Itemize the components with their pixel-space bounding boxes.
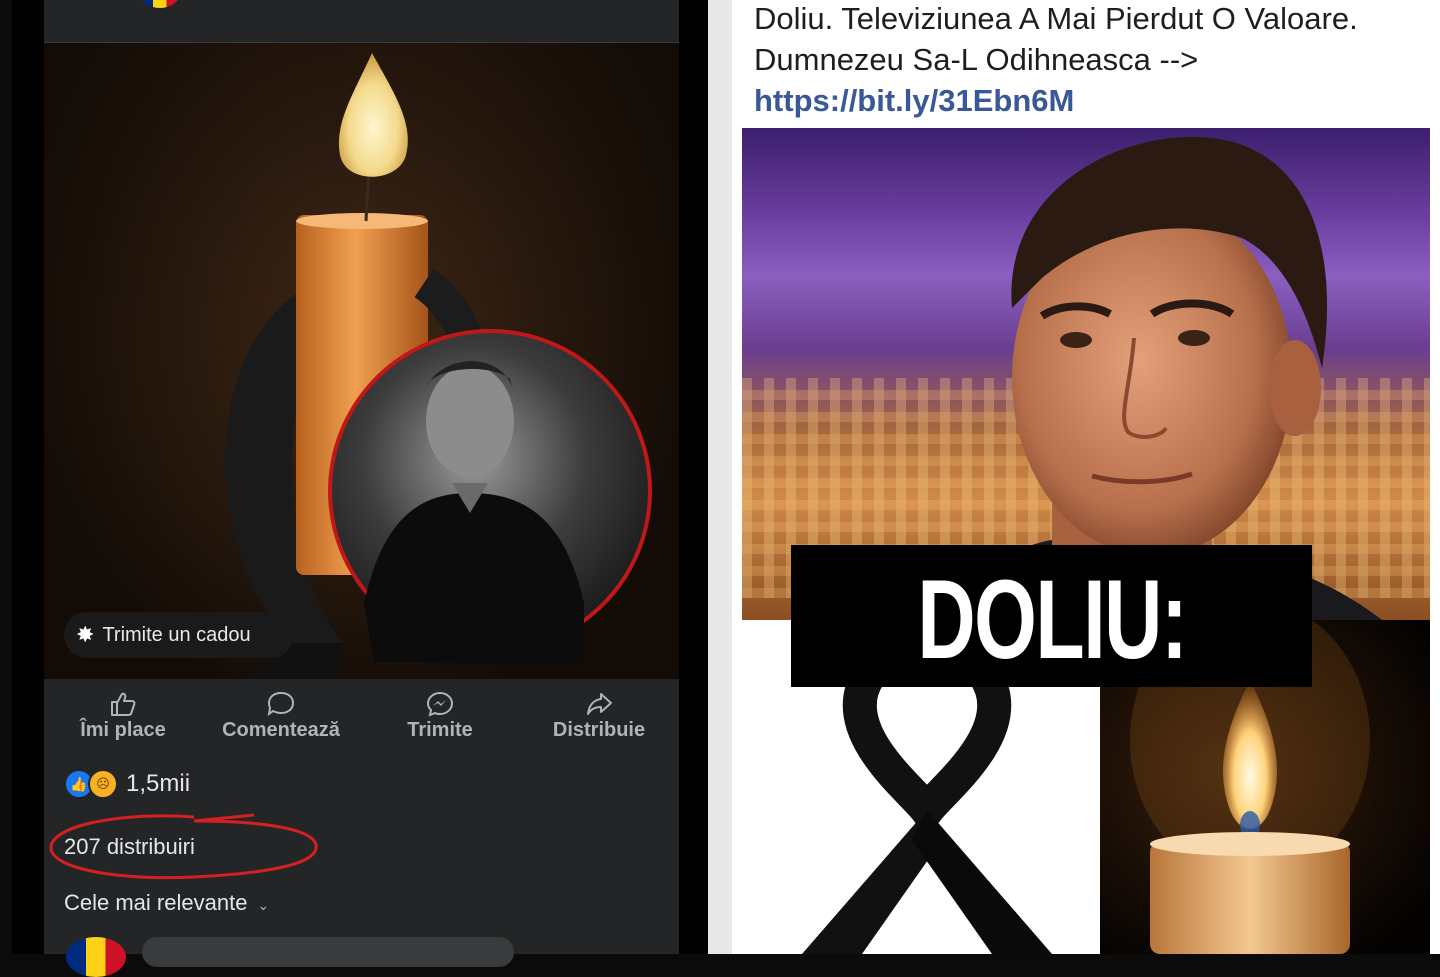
- headline-link[interactable]: https://bit.ly/31Ebn6M: [754, 83, 1074, 118]
- like-button-label: Îmi place: [80, 719, 166, 741]
- post-headline: Doliu. Televiziunea A Mai Pierdut O Valo…: [754, 0, 1434, 121]
- sort-label: Cele mai relevante: [64, 890, 248, 915]
- like-button[interactable]: Îmi place: [44, 687, 202, 742]
- send-gift-label: Trimite un cadou: [102, 623, 251, 646]
- send-button[interactable]: Trimite: [361, 687, 519, 742]
- reaction-count: 1,5mii: [126, 770, 191, 797]
- comment-sort-dropdown[interactable]: Cele mai relevante ⌄: [64, 890, 269, 916]
- thumbs-up-icon: [111, 692, 136, 716]
- comment-icon: [267, 691, 295, 717]
- reactions-summary[interactable]: 👍 ☹ 1,5mii: [64, 769, 190, 799]
- sad-reaction-icon: ☹: [88, 769, 118, 799]
- candle-ribbon-illustration: [225, 53, 652, 679]
- messenger-icon: [426, 691, 454, 717]
- post-header-bar: [44, 0, 679, 43]
- share-icon: [587, 693, 612, 715]
- comment-button[interactable]: Comentează: [202, 687, 360, 742]
- memorial-post-image[interactable]: ✸ Trimite un cadou: [44, 43, 679, 679]
- send-button-label: Trimite: [407, 719, 473, 741]
- chevron-down-icon: ⌄: [257, 897, 270, 913]
- gift-icon: ✸: [76, 622, 95, 647]
- send-gift-button[interactable]: ✸ Trimite un cadou: [64, 612, 294, 658]
- share-button[interactable]: Distribuie: [520, 687, 678, 742]
- doliu-banner-text: DOLIU:: [916, 556, 1188, 682]
- comment-button-label: Comentează: [222, 719, 340, 741]
- shares-count[interactable]: 207 distribuiri: [64, 834, 195, 860]
- commenter-avatar[interactable]: [66, 937, 126, 977]
- page-avatar[interactable]: [140, 0, 180, 8]
- headline-text: Doliu. Televiziunea A Mai Pierdut O Valo…: [754, 1, 1358, 77]
- panel-divider: [708, 0, 732, 954]
- doliu-banner: DOLIU:: [791, 545, 1312, 687]
- share-button-label: Distribuie: [552, 719, 646, 741]
- comment-bubble: [142, 937, 514, 967]
- post-actions-panel: Îmi place Comentează Trimite Distribuie …: [44, 679, 679, 977]
- right-screenshot-panel: Doliu. Televiziunea A Mai Pierdut O Valo…: [732, 0, 1440, 954]
